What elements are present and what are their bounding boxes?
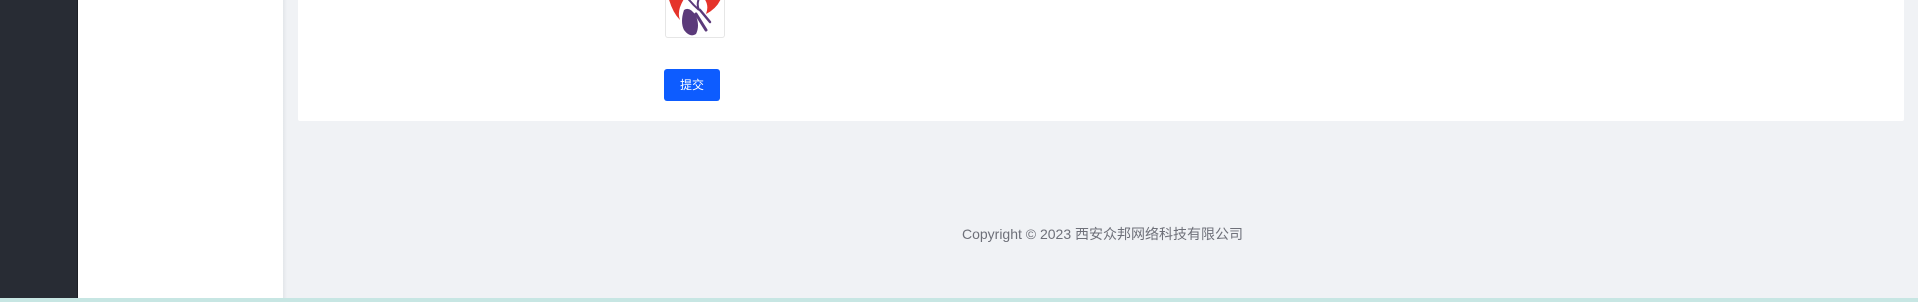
logo-upload-preview[interactable] bbox=[665, 0, 725, 38]
secondary-sidebar bbox=[77, 0, 284, 298]
app-frame: 提交 Copyright © 2023 西安众邦网络科技有限公司 bbox=[0, 0, 1918, 302]
footer: Copyright © 2023 西安众邦网络科技有限公司 bbox=[287, 224, 1918, 244]
submit-button[interactable]: 提交 bbox=[664, 69, 720, 101]
bottom-border bbox=[0, 298, 1918, 302]
copyright-text: Copyright © 2023 西安众邦网络科技有限公司 bbox=[961, 226, 1244, 242]
form-card: 提交 bbox=[298, 0, 1904, 121]
main-content: 提交 Copyright © 2023 西安众邦网络科技有限公司 bbox=[287, 0, 1918, 298]
brand-logo-icon bbox=[669, 0, 721, 36]
primary-sidebar bbox=[0, 0, 77, 298]
